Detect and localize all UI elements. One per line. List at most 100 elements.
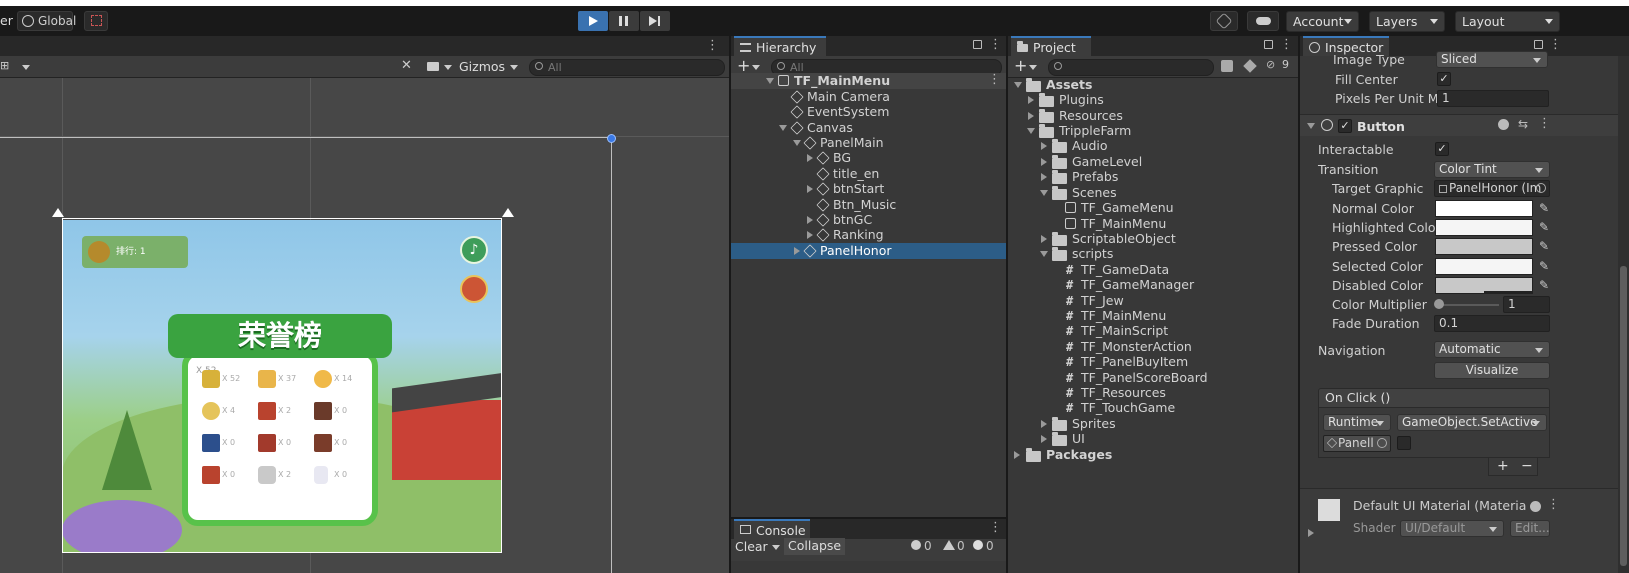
ppu-input[interactable]: 1 [1437, 90, 1549, 107]
expand-arrow-icon[interactable] [1040, 251, 1048, 257]
collab-button[interactable] [1210, 11, 1238, 31]
tree-row[interactable]: ScriptableObject [1008, 231, 1298, 247]
tree-row[interactable]: # TF_Jew [1008, 293, 1298, 309]
collapse-arrow-icon[interactable] [1041, 142, 1047, 150]
kebab-menu-icon[interactable]: ⋮ [988, 72, 1001, 87]
eyedropper-icon[interactable]: ✎ [1537, 220, 1551, 234]
eyedropper-icon[interactable]: ✎ [1537, 239, 1551, 253]
anchor-handle[interactable] [52, 208, 64, 217]
global-toggle-button[interactable]: Global [17, 11, 76, 31]
collapse-arrow-icon[interactable] [1041, 158, 1047, 166]
tree-row[interactable]: # TF_Resources [1008, 385, 1298, 401]
lock-icon[interactable] [973, 40, 982, 49]
help-icon[interactable] [1530, 501, 1541, 512]
layout-dropdown[interactable]: Layout [1455, 11, 1560, 32]
tree-row[interactable]: TF_GameMenu [1008, 200, 1298, 216]
scene-search-input[interactable]: All [529, 59, 725, 76]
object-picker-icon[interactable] [1536, 183, 1546, 193]
tree-row[interactable]: # TF_TouchGame [1008, 400, 1298, 416]
collapse-arrow-icon[interactable] [1028, 96, 1034, 104]
tree-row[interactable]: Scenes [1008, 185, 1298, 201]
tree-row[interactable]: scripts [1008, 246, 1298, 262]
button-component-header[interactable]: ✓ Button ⇆ ⋮ [1300, 114, 1618, 136]
tree-row[interactable]: TF_MainMenu [1008, 216, 1298, 232]
kebab-menu-icon[interactable]: ⋮ [1549, 37, 1562, 52]
chevron-down-icon[interactable] [1029, 65, 1037, 70]
tab-console[interactable]: Console [734, 519, 810, 539]
tree-row[interactable]: UI [1008, 431, 1298, 447]
expand-arrow-icon[interactable] [1027, 128, 1035, 134]
tree-row[interactable]: # TF_MainScript [1008, 323, 1298, 339]
collapse-arrow-icon[interactable] [1028, 112, 1034, 120]
tools-icon[interactable]: ✕ [401, 58, 412, 73]
fill-center-checkbox[interactable]: ✓ [1437, 72, 1451, 86]
tree-row[interactable]: Audio [1008, 138, 1298, 154]
shading-mode-icon[interactable]: ⊞ [0, 59, 18, 74]
tree-row[interactable]: TrippleFarm [1008, 123, 1298, 139]
disabled-color-swatch[interactable] [1435, 277, 1533, 294]
eyedropper-icon[interactable]: ✎ [1537, 201, 1551, 215]
lock-icon[interactable] [1264, 40, 1273, 49]
expand-arrow-icon[interactable] [779, 125, 787, 131]
add-icon[interactable]: + [1014, 56, 1027, 75]
chevron-down-icon[interactable] [752, 65, 760, 70]
collapse-arrow-icon[interactable] [1041, 235, 1047, 243]
tree-row[interactable]: Sprites [1008, 416, 1298, 432]
color-multiplier-slider[interactable] [1437, 304, 1499, 306]
medal-icon[interactable] [460, 275, 488, 303]
tree-row[interactable]: Main Camera [731, 89, 1006, 105]
tree-row[interactable]: btnStart [731, 181, 1006, 197]
eyedropper-icon[interactable]: ✎ [1537, 278, 1551, 292]
collapse-arrow-icon[interactable] [807, 216, 813, 224]
expand-arrow-icon[interactable] [766, 78, 774, 84]
account-dropdown[interactable]: Account [1286, 11, 1359, 32]
error-icon[interactable] [973, 540, 983, 550]
tree-row-scene[interactable]: TF_MainMenu ⋮ [731, 72, 1006, 89]
target-object-field[interactable]: Panell [1323, 435, 1391, 452]
interactable-checkbox[interactable]: ✓ [1435, 142, 1449, 156]
expand-arrow-icon[interactable] [1014, 82, 1022, 88]
filter-type-icon[interactable] [1221, 60, 1233, 72]
tree-row[interactable]: EventSystem [731, 104, 1006, 120]
pause-button[interactable] [609, 11, 639, 31]
hidden-packages-icon[interactable]: ⊘ [1266, 58, 1275, 71]
collapse-arrow-icon[interactable] [807, 231, 813, 239]
fade-duration-input[interactable]: 0.1 [1434, 315, 1550, 332]
tree-row[interactable]: Btn_Music [731, 197, 1006, 213]
tree-row[interactable]: Prefabs [1008, 169, 1298, 185]
edit-shader-button[interactable]: Edit... [1510, 520, 1550, 537]
tree-row[interactable]: Canvas [731, 120, 1006, 136]
collapse-arrow-icon[interactable] [1041, 173, 1047, 181]
remove-event-button[interactable]: − [1521, 458, 1533, 474]
tree-row[interactable]: PanelMain [731, 135, 1006, 151]
kebab-menu-icon[interactable]: ⋮ [1538, 116, 1551, 131]
tree-row[interactable]: GameLevel [1008, 154, 1298, 170]
preset-icon[interactable]: ⇆ [1518, 117, 1528, 131]
add-event-button[interactable]: + [1497, 458, 1509, 474]
kebab-menu-icon[interactable]: ⋮ [1547, 497, 1560, 512]
tree-row[interactable]: # TF_MainMenu [1008, 308, 1298, 324]
tree-row[interactable]: # TF_GameManager [1008, 277, 1298, 293]
tool-handle-label[interactable]: er [0, 13, 13, 28]
warning-icon[interactable] [943, 540, 955, 550]
runtime-dropdown[interactable]: Runtime [1323, 414, 1391, 431]
tree-row[interactable]: # TF_GameData [1008, 262, 1298, 278]
tab-project[interactable]: Project [1011, 36, 1091, 56]
scrollbar[interactable] [1618, 56, 1629, 573]
collapse-arrow-icon[interactable] [794, 247, 800, 255]
help-icon[interactable] [1498, 119, 1509, 130]
chevron-down-icon[interactable] [444, 65, 452, 70]
target-graphic-field[interactable]: PanelHonor (Im [1434, 180, 1550, 197]
collapse-arrow-icon[interactable] [1308, 529, 1314, 537]
tree-row[interactable]: Plugins [1008, 92, 1298, 108]
clear-button[interactable]: Clear [735, 539, 768, 554]
camera-icon[interactable] [427, 62, 439, 71]
tree-row[interactable]: # TF_MonsterAction [1008, 339, 1298, 355]
tab-hierarchy[interactable]: Hierarchy [734, 36, 826, 56]
kebab-menu-icon[interactable]: ⋮ [706, 38, 719, 53]
scrollbar-thumb[interactable] [1620, 266, 1627, 566]
tree-row[interactable]: Assets [1008, 77, 1298, 93]
collapse-arrow-icon[interactable] [1041, 435, 1047, 443]
tree-row[interactable]: Resources [1008, 108, 1298, 124]
tree-row[interactable]: BG [731, 150, 1006, 166]
